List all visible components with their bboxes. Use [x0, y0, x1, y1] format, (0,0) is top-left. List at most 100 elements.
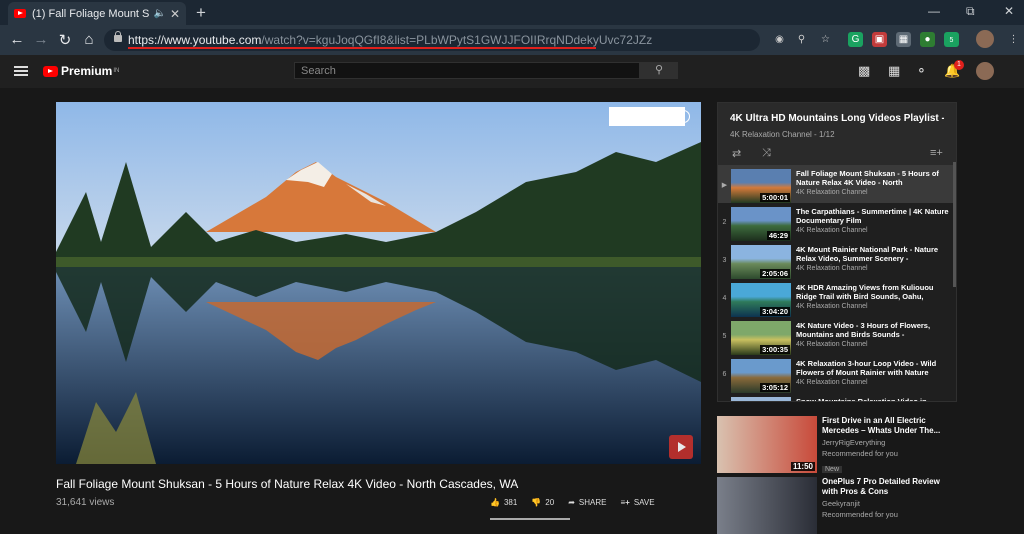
playlist-item-thumbnail[interactable] — [731, 397, 791, 401]
account-avatar[interactable] — [976, 62, 994, 80]
playlist-item-thumbnail[interactable]: 3:04:20 — [731, 283, 791, 317]
recommended-video[interactable]: OnePlus 7 Pro Detailed Review with Pros … — [717, 477, 957, 534]
playlist-item-title[interactable]: 4K HDR Amazing Views from Kuliouou Ridge… — [796, 283, 951, 301]
video-actions: 👍 381 👎 20 ➦ SHARE ≡+ SAVE — [490, 498, 655, 507]
home-button[interactable]: ⌂ — [80, 31, 98, 48]
playlist-item-thumbnail[interactable]: 3:05:12 — [731, 359, 791, 393]
playlist-item[interactable]: 4 3:04:20 4K HDR Amazing Views from Kuliou… — [718, 279, 956, 317]
playlist-item-index: 2 — [722, 219, 727, 226]
playlist-title[interactable]: 4K Ultra HD Mountains Long Videos Playli… — [730, 113, 944, 124]
zoom-icon[interactable]: ⚲ — [794, 32, 809, 47]
playlist-item-index: 4 — [722, 295, 727, 302]
recommended-channel[interactable]: Geekyranjit — [822, 499, 952, 508]
playlist-add-icon[interactable]: ≡+ — [930, 147, 943, 159]
video-overlay-card[interactable] — [609, 107, 685, 126]
share-button[interactable]: ➦ SHARE — [568, 498, 606, 507]
duration-badge: 3:00:35 — [760, 345, 790, 354]
playlist-items: ▶ 5:00:01 Fall Foliage Mount Shuksan - 5 H… — [718, 165, 956, 401]
playlist-item[interactable]: ▶ 5:00:01 Fall Foliage Mount Shuksan - 5 H… — [718, 165, 956, 203]
channel-watermark-icon[interactable] — [669, 435, 693, 459]
grammarly-extension-icon[interactable]: G — [848, 32, 863, 47]
evernote-extension-icon[interactable]: ● — [920, 32, 935, 47]
bookmark-star-icon[interactable]: ☆ — [818, 32, 833, 47]
recommended-thumbnail[interactable] — [717, 477, 817, 534]
recommended-title[interactable]: First Drive in an All Electric Mercedes … — [822, 416, 952, 436]
extension-icon[interactable]: ▦ — [896, 32, 911, 47]
playlist-item-index: 3 — [722, 257, 727, 264]
playlist-item-channel: 4K Relaxation Channel — [796, 265, 868, 272]
playlist-item-title[interactable]: 4K Relaxation 3-hour Loop Video - Wild F… — [796, 359, 951, 377]
search-button[interactable]: ⚲ — [640, 62, 678, 79]
recommended-reason: Recommended for you — [822, 510, 898, 519]
youtube-play-icon — [43, 65, 58, 77]
new-tab-button[interactable]: + — [196, 3, 206, 23]
lock-icon — [114, 31, 122, 42]
dislike-count: 20 — [545, 498, 555, 507]
save-button[interactable]: ≡+ SAVE — [620, 498, 654, 507]
playlist-item-index: 6 — [722, 371, 727, 378]
playlist-item[interactable]: 3 2:05:06 4K Mount Rainier National Park -… — [718, 241, 956, 279]
address-bar[interactable]: https://www.youtube.com/watch?v=kguJoqQG… — [104, 29, 760, 51]
playlist-item-thumbnail[interactable]: 5:00:01 — [731, 169, 791, 203]
playlist-item[interactable]: Snow Mountains Relaxation Video in — [718, 393, 956, 401]
youtube-logo[interactable]: Premium IN — [43, 64, 119, 78]
video-frame-landscape — [56, 102, 701, 464]
playlist-panel: 4K Ultra HD Mountains Long Videos Playli… — [717, 102, 957, 402]
playlist-item-title[interactable]: Fall Foliage Mount Shuksan - 5 Hours of … — [796, 169, 951, 187]
apps-grid-icon[interactable]: ▦ — [888, 63, 900, 79]
pocket-extension-icon[interactable]: ▣ — [872, 32, 887, 47]
playlist-meta[interactable]: 4K Relaxation Channel - 1/12 — [730, 130, 944, 139]
playlist-item-thumbnail[interactable]: 3:00:35 — [731, 321, 791, 355]
minimize-icon[interactable]: — — [928, 4, 940, 18]
share-icon: ➦ — [568, 498, 575, 507]
like-count: 381 — [503, 498, 518, 507]
video-player[interactable] — [56, 102, 701, 464]
reload-button[interactable]: ↻ — [56, 31, 74, 49]
playlist-item-channel: 4K Relaxation Channel — [796, 379, 868, 386]
new-badge: New — [822, 466, 843, 473]
recommended-channel[interactable]: JerryRigEverything — [822, 438, 952, 447]
browser-profile-avatar[interactable] — [976, 30, 994, 48]
restore-icon[interactable]: ⧉ — [966, 4, 975, 19]
playlist-item-title[interactable]: 4K Mount Rainier National Park - Nature … — [796, 245, 951, 263]
browser-tab[interactable]: (1) Fall Foliage Mount Shuksan - 5 Hou 🔈… — [8, 2, 186, 25]
save-label: SAVE — [633, 498, 655, 507]
recommended-video[interactable]: 11:50 First Drive in an All Electric Merc… — [717, 416, 957, 476]
tab-title: (1) Fall Foliage Mount Shuksan - 5 Hou — [32, 7, 150, 20]
playlist-item[interactable]: 6 3:05:12 4K Relaxation 3-hour Loop Video … — [718, 355, 956, 393]
forward-button[interactable]: → — [32, 31, 50, 48]
playlist-item-channel: 4K Relaxation Channel — [796, 303, 868, 310]
playlist-item-thumbnail[interactable]: 2:05:06 — [731, 245, 791, 279]
hamburger-menu-icon[interactable] — [14, 66, 28, 76]
playlist-item[interactable]: 5 3:00:35 4K Nature Video - 3 Hours of Flo… — [718, 317, 956, 355]
playlist-item-title[interactable]: The Carpathians - Summertime | 4K Nature… — [796, 207, 951, 225]
close-window-icon[interactable]: ✕ — [1004, 4, 1014, 18]
create-video-icon[interactable]: ▩ — [858, 63, 870, 79]
menu-kebab-icon[interactable]: ⋮ — [1006, 32, 1021, 47]
extension-badge-icon[interactable]: 5 — [944, 32, 959, 47]
playlist-item-thumbnail[interactable]: 46:29 — [731, 207, 791, 241]
playlist-item[interactable]: 2 46:29 The Carpathians - Summertime | 4K … — [718, 203, 956, 241]
playlist-item-title[interactable]: 4K Nature Video - 3 Hours of Flowers, Mo… — [796, 321, 951, 339]
search-input[interactable]: Search — [294, 62, 640, 79]
playlist-scrollbar[interactable] — [953, 162, 956, 287]
dislike-button[interactable]: 👎 20 — [531, 498, 554, 507]
browser-tab-strip: (1) Fall Foliage Mount Shuksan - 5 Hou 🔈… — [0, 0, 1024, 25]
url-path: /watch?v=kguJoqQGfI8&list=PLbWPytS1GWJJF… — [261, 33, 653, 47]
add-to-playlist-icon: ≡+ — [620, 498, 630, 507]
speaker-icon[interactable]: 🔈 — [153, 8, 165, 19]
like-button[interactable]: 👍 381 — [490, 498, 517, 507]
loop-icon[interactable]: ⇄ — [732, 147, 741, 160]
playlist-item-title[interactable]: Snow Mountains Relaxation Video in — [796, 397, 951, 401]
close-tab-icon[interactable]: ✕ — [170, 7, 180, 21]
duration-badge: 5:00:01 — [760, 193, 790, 202]
back-button[interactable]: ← — [8, 31, 26, 48]
info-icon[interactable]: i — [677, 110, 690, 123]
playlist-item-channel: 4K Relaxation Channel — [796, 341, 868, 348]
recommended-title[interactable]: OnePlus 7 Pro Detailed Review with Pros … — [822, 477, 952, 497]
video-title: Fall Foliage Mount Shuksan - 5 Hours of … — [56, 477, 519, 491]
messages-icon[interactable]: ⚬ — [916, 63, 927, 79]
recommended-thumbnail[interactable]: 11:50 — [717, 416, 817, 473]
no-tracking-icon[interactable]: ◉ — [772, 32, 787, 47]
shuffle-icon[interactable]: ⤨ — [762, 147, 771, 160]
